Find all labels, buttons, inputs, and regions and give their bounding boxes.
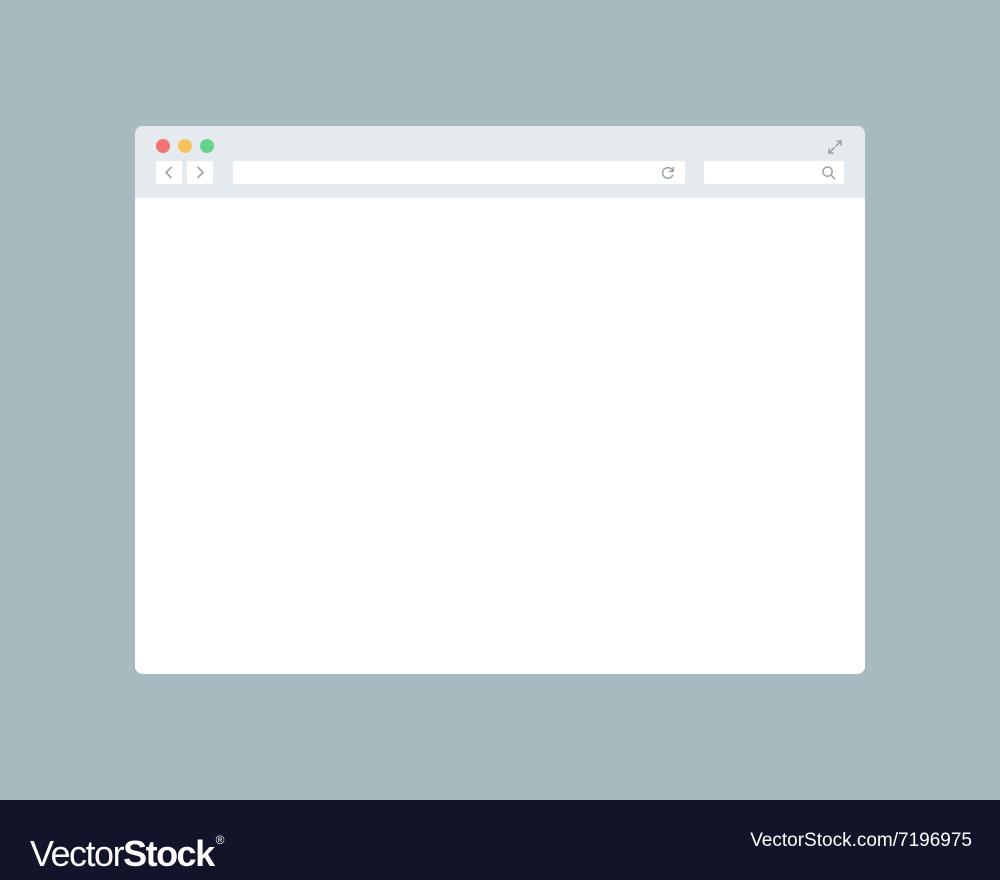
reload-icon xyxy=(661,166,674,179)
close-window-button[interactable] xyxy=(156,139,170,153)
chevron-right-icon xyxy=(197,166,204,179)
zoom-window-button[interactable] xyxy=(200,139,214,153)
brand-name-bold: Stock xyxy=(123,833,215,874)
watermark-bar: VectorStock ® VectorStock.com/7196975 xyxy=(0,800,1000,880)
expand-arrows-icon[interactable] xyxy=(825,137,845,157)
reload-button[interactable] xyxy=(659,164,677,182)
address-bar xyxy=(233,161,685,184)
search-button[interactable] xyxy=(820,164,838,182)
registered-mark: ® xyxy=(215,833,225,847)
backdrop xyxy=(0,0,1000,800)
vectorstock-logo: VectorStock ® xyxy=(30,820,225,874)
image-credit: VectorStock.com/7196975 xyxy=(750,830,972,851)
browser-toolbar xyxy=(135,126,865,198)
brand-name-light: Vector xyxy=(30,833,125,874)
forward-button[interactable] xyxy=(187,161,213,184)
search-input[interactable] xyxy=(704,161,816,184)
page-content[interactable] xyxy=(135,198,865,674)
url-input[interactable] xyxy=(233,161,653,184)
back-button[interactable] xyxy=(156,161,182,184)
browser-window xyxy=(135,126,865,674)
search-box xyxy=(704,161,844,184)
magnifier-icon xyxy=(822,166,836,180)
minimize-window-button[interactable] xyxy=(178,139,192,153)
chevron-left-icon xyxy=(165,166,172,179)
